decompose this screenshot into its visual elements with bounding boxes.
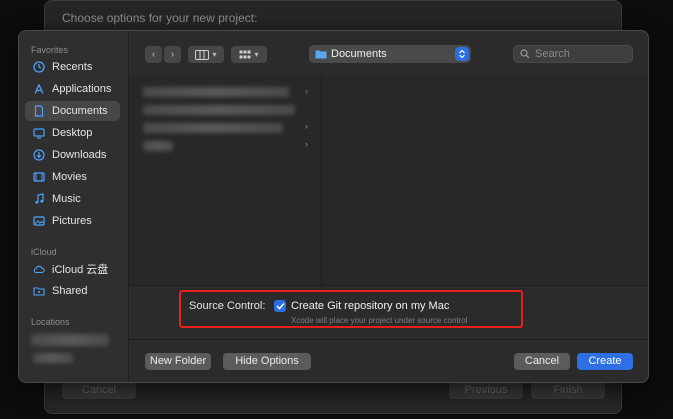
group-button[interactable]: ▾ xyxy=(231,46,267,63)
sidebar-item-label: Recents xyxy=(52,61,93,73)
search-icon xyxy=(520,49,530,59)
hide-options-button[interactable]: Hide Options xyxy=(223,353,311,370)
shared-folder-icon xyxy=(33,285,45,297)
redacted-file-row[interactable] xyxy=(143,87,289,97)
sidebar-item-music[interactable]: Music xyxy=(25,189,120,209)
sidebar-item-label: Applications xyxy=(52,83,112,95)
search-field[interactable] xyxy=(513,45,633,63)
music-note-icon xyxy=(33,193,45,205)
bg-previous-button[interactable]: Previous xyxy=(449,381,523,399)
sidebar-item-label: iCloud 云盘 xyxy=(52,264,109,276)
redacted-file-row[interactable] xyxy=(143,141,173,151)
icloud-section-label: iCloud xyxy=(31,247,57,257)
photo-icon xyxy=(33,215,45,227)
source-control-label: Source Control: xyxy=(189,300,266,312)
column-view-icon xyxy=(195,49,210,60)
sidebar-item-label: Documents xyxy=(52,105,108,117)
desktop-icon xyxy=(33,127,45,139)
chevron-right-icon: › xyxy=(305,86,308,96)
up-down-chevron-icon xyxy=(455,47,469,61)
locations-section-label: Locations xyxy=(31,317,70,327)
favorites-section-label: Favorites xyxy=(31,45,69,55)
chevron-right-icon: › xyxy=(305,121,308,131)
chevron-left-icon: ‹ xyxy=(151,49,156,60)
folder-icon xyxy=(315,50,327,59)
download-icon xyxy=(33,149,45,161)
search-input[interactable] xyxy=(535,48,625,60)
create-button[interactable]: Create xyxy=(577,353,633,370)
location-popup[interactable]: Documents xyxy=(309,45,471,63)
document-icon xyxy=(33,105,45,117)
file-browser: › › › xyxy=(129,75,648,285)
checkmark-icon xyxy=(275,302,285,310)
chevron-down-icon: ▾ xyxy=(212,50,217,59)
back-button[interactable]: ‹ xyxy=(145,46,162,63)
sidebar: Favorites Recents Applications Documents… xyxy=(19,31,129,382)
chevron-right-icon: › xyxy=(305,139,308,149)
window-title: Choose options for your new project: xyxy=(62,11,258,25)
sidebar-item-downloads[interactable]: Downloads xyxy=(25,145,120,165)
git-repository-label[interactable]: Create Git repository on my Mac xyxy=(291,300,449,312)
sidebar-item-label: Downloads xyxy=(52,149,107,161)
cancel-button[interactable]: Cancel xyxy=(514,353,570,370)
grid-icon xyxy=(239,50,251,58)
sidebar-item-documents[interactable]: Documents xyxy=(25,101,120,121)
bottom-bar: New Folder Hide Options Cancel Create xyxy=(129,339,648,382)
redacted-location[interactable] xyxy=(33,353,73,363)
sidebar-item-label: Movies xyxy=(52,171,87,183)
sidebar-item-shared[interactable]: Shared xyxy=(25,281,120,301)
view-mode-button[interactable]: ▾ xyxy=(188,46,224,63)
applications-icon xyxy=(33,83,45,95)
redacted-file-row[interactable] xyxy=(143,105,295,115)
forward-button[interactable]: › xyxy=(164,46,181,63)
toolbar: ‹ › ▾ ▾ Documents xyxy=(129,31,648,75)
sidebar-item-pictures[interactable]: Pictures xyxy=(25,211,120,231)
bg-finish-button[interactable]: Finish xyxy=(531,381,605,399)
film-icon xyxy=(33,171,45,183)
sidebar-item-label: Pictures xyxy=(52,215,92,227)
sidebar-item-icloud-drive[interactable]: iCloud 云盘 xyxy=(25,259,120,279)
sidebar-item-label: Music xyxy=(52,193,81,205)
sidebar-item-label: Shared xyxy=(52,285,88,297)
bg-cancel-button[interactable]: Cancel xyxy=(62,381,136,399)
chevron-right-icon: › xyxy=(170,49,175,60)
clock-icon xyxy=(33,61,45,73)
options-panel: Source Control: Create Git repository on… xyxy=(129,285,648,340)
column-divider[interactable] xyxy=(321,75,322,285)
sidebar-item-desktop[interactable]: Desktop xyxy=(25,123,120,143)
sidebar-item-recents[interactable]: Recents xyxy=(25,57,120,77)
chevron-down-icon: ▾ xyxy=(254,50,259,59)
sidebar-item-movies[interactable]: Movies xyxy=(25,167,120,187)
sidebar-item-applications[interactable]: Applications xyxy=(25,79,120,99)
new-folder-button[interactable]: New Folder xyxy=(145,353,211,370)
sidebar-item-label: Desktop xyxy=(52,127,93,139)
git-repository-checkbox[interactable] xyxy=(274,300,286,312)
save-sheet: Favorites Recents Applications Documents… xyxy=(18,30,649,383)
redacted-location[interactable] xyxy=(31,334,109,346)
location-label: Documents xyxy=(331,48,387,60)
git-repository-hint: Xcode will place your project under sour… xyxy=(291,316,468,325)
redacted-file-row[interactable] xyxy=(143,123,283,133)
cloud-icon xyxy=(33,263,45,275)
